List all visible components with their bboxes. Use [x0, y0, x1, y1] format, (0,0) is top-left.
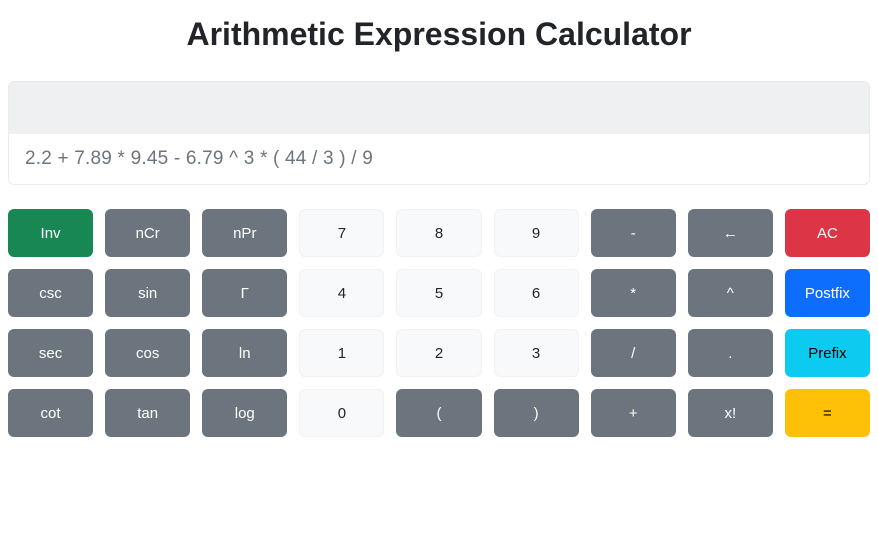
factorial-button[interactable]: x!	[688, 389, 773, 437]
expression-display: 2.2 + 7.89 * 9.45 - 6.79 ^ 3 * ( 44 / 3 …	[9, 134, 869, 184]
digit-5-button[interactable]: 5	[396, 269, 481, 317]
minus-button[interactable]: -	[591, 209, 676, 257]
right-paren-button[interactable]: )	[494, 389, 579, 437]
keypad: Inv nCr nPr 7 8 9 - ← AC csc sin Γ 4 5 6…	[8, 209, 870, 437]
ncr-button[interactable]: nCr	[105, 209, 190, 257]
calculator-display: 2.2 + 7.89 * 9.45 - 6.79 ^ 3 * ( 44 / 3 …	[8, 81, 870, 185]
log-button[interactable]: log	[202, 389, 287, 437]
npr-button[interactable]: nPr	[202, 209, 287, 257]
tan-button[interactable]: tan	[105, 389, 190, 437]
sin-button[interactable]: sin	[105, 269, 190, 317]
digit-0-button[interactable]: 0	[299, 389, 384, 437]
cos-button[interactable]: cos	[105, 329, 190, 377]
postfix-button[interactable]: Postfix	[785, 269, 870, 317]
digit-7-button[interactable]: 7	[299, 209, 384, 257]
dot-button[interactable]: .	[688, 329, 773, 377]
result-display	[9, 82, 869, 134]
inv-button[interactable]: Inv	[8, 209, 93, 257]
left-paren-button[interactable]: (	[396, 389, 481, 437]
power-button[interactable]: ^	[688, 269, 773, 317]
divide-button[interactable]: /	[591, 329, 676, 377]
sec-button[interactable]: sec	[8, 329, 93, 377]
all-clear-button[interactable]: AC	[785, 209, 870, 257]
digit-4-button[interactable]: 4	[299, 269, 384, 317]
gamma-button[interactable]: Γ	[202, 269, 287, 317]
backspace-button[interactable]: ←	[688, 209, 773, 257]
digit-6-button[interactable]: 6	[494, 269, 579, 317]
ln-button[interactable]: ln	[202, 329, 287, 377]
digit-8-button[interactable]: 8	[396, 209, 481, 257]
plus-button[interactable]: +	[591, 389, 676, 437]
digit-2-button[interactable]: 2	[396, 329, 481, 377]
page-title: Arithmetic Expression Calculator	[8, 16, 870, 53]
cot-button[interactable]: cot	[8, 389, 93, 437]
equals-button[interactable]: =	[785, 389, 870, 437]
multiply-button[interactable]: *	[591, 269, 676, 317]
digit-3-button[interactable]: 3	[494, 329, 579, 377]
prefix-button[interactable]: Prefix	[785, 329, 870, 377]
digit-9-button[interactable]: 9	[494, 209, 579, 257]
csc-button[interactable]: csc	[8, 269, 93, 317]
digit-1-button[interactable]: 1	[299, 329, 384, 377]
